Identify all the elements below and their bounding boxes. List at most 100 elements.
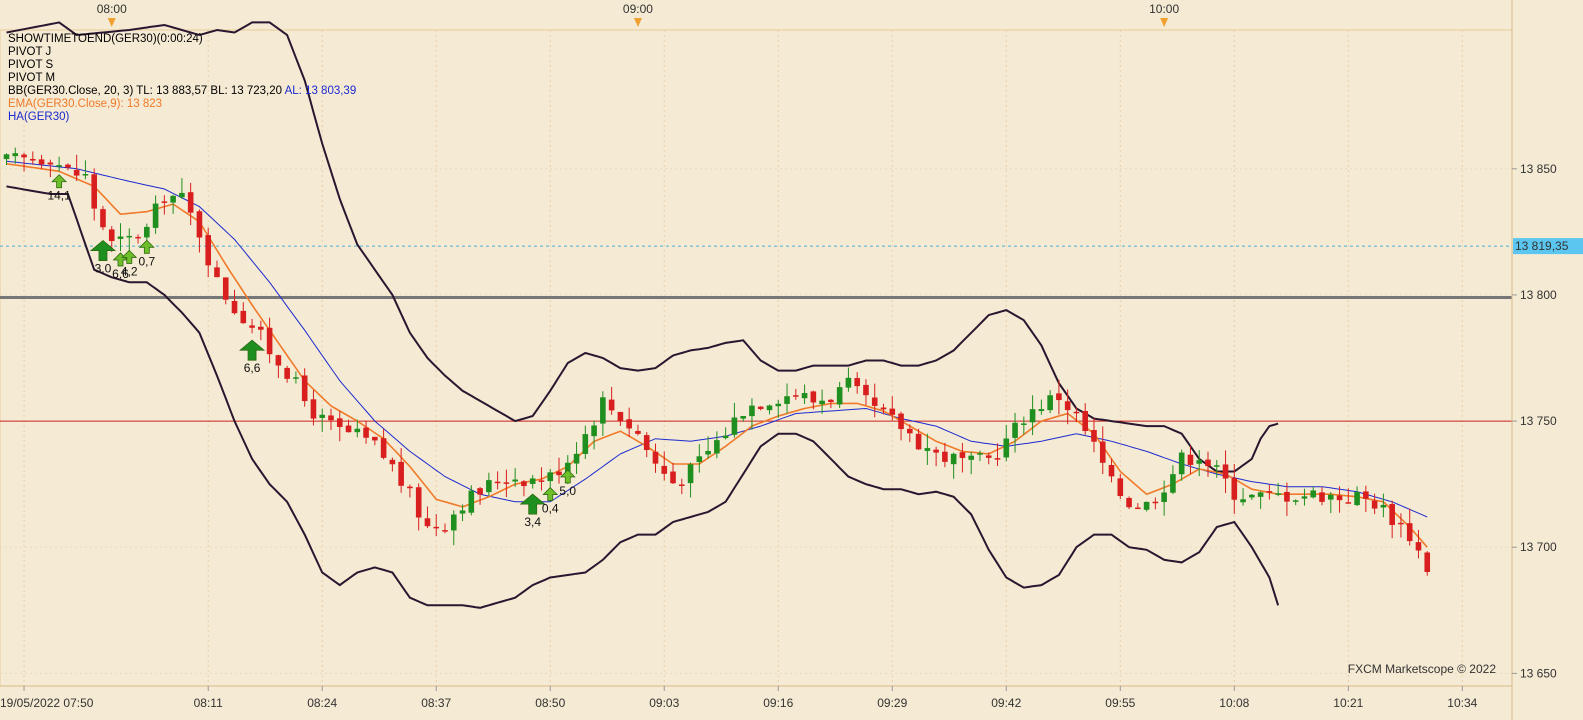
candle-body bbox=[415, 487, 422, 518]
candle-body bbox=[231, 300, 238, 314]
y-tick-label: 13 750 bbox=[1520, 414, 1557, 428]
signal-label: 4,2 bbox=[121, 264, 138, 278]
y-tick-label: 13 700 bbox=[1520, 540, 1557, 554]
x-tick-label: 10:21 bbox=[1333, 696, 1363, 710]
candle-body bbox=[661, 465, 668, 474]
candle-body bbox=[214, 267, 220, 278]
candle-body bbox=[678, 484, 685, 486]
candle-body bbox=[494, 481, 501, 484]
candle-body bbox=[766, 405, 773, 411]
legend-line: SHOWTIMETOEND(GER30)(0:00:24) bbox=[8, 33, 203, 45]
candle-body bbox=[372, 436, 378, 441]
candle-body bbox=[363, 427, 369, 438]
candle-body bbox=[1021, 423, 1027, 425]
candle-body bbox=[1003, 438, 1010, 458]
candle-body bbox=[573, 453, 580, 464]
x-tick-label: 09:42 bbox=[991, 696, 1021, 710]
candle-body bbox=[468, 490, 475, 513]
candle-body bbox=[1196, 460, 1203, 464]
candle-body bbox=[538, 480, 545, 482]
legend-entry: PIVOT M bbox=[8, 72, 55, 84]
candle-body bbox=[170, 195, 176, 203]
signal-label: 6,6 bbox=[244, 361, 261, 375]
candle-body bbox=[915, 433, 922, 450]
legend-line: HA(GER30) bbox=[8, 111, 70, 123]
candle-body bbox=[1292, 500, 1299, 502]
price-chart[interactable]: 14,13,0 6,64,20,76,63,40,45,0 08:00 09:00 1… bbox=[0, 0, 1583, 720]
x-tick-label: 08:50 bbox=[535, 696, 565, 710]
candle-body bbox=[1152, 501, 1159, 504]
candle-body bbox=[293, 377, 299, 379]
candle-body bbox=[950, 453, 957, 465]
candle-body bbox=[1222, 464, 1229, 479]
candle-body bbox=[1143, 501, 1150, 510]
candle bbox=[1126, 496, 1132, 510]
top-time-label: 09:00 bbox=[623, 2, 653, 16]
x-tick-label: 09:55 bbox=[1105, 696, 1135, 710]
candle-body bbox=[1310, 490, 1317, 498]
candle-body bbox=[687, 464, 694, 484]
candle-body bbox=[82, 174, 89, 176]
candle-body bbox=[1389, 504, 1395, 525]
candle-body bbox=[547, 472, 554, 482]
candle-body bbox=[65, 164, 71, 168]
candle-body bbox=[1398, 522, 1404, 525]
candle-body bbox=[1117, 478, 1124, 497]
candle-body bbox=[336, 418, 343, 427]
candle-body bbox=[1108, 465, 1115, 477]
candle-body bbox=[959, 452, 966, 458]
candle-body bbox=[30, 158, 36, 161]
candle-body bbox=[643, 435, 650, 451]
candle-body bbox=[187, 192, 194, 213]
candle-body bbox=[1336, 495, 1343, 501]
candle-body bbox=[907, 428, 913, 434]
candle-body bbox=[310, 399, 317, 419]
candle-body bbox=[819, 400, 825, 405]
candle-body bbox=[880, 407, 887, 410]
y-tick-label: 13 800 bbox=[1520, 288, 1557, 302]
candle-body bbox=[1345, 502, 1352, 504]
candle-body bbox=[810, 391, 817, 403]
x-tick-label: 19/05/2022 07:50 bbox=[0, 696, 94, 710]
candle-body bbox=[757, 406, 764, 410]
candle-body bbox=[889, 408, 896, 415]
candle-body bbox=[828, 399, 834, 403]
candle-body bbox=[793, 395, 799, 397]
candle-body bbox=[898, 413, 904, 430]
candle-body bbox=[1135, 507, 1141, 510]
candle-body bbox=[1415, 542, 1422, 551]
x-tick-label: 10:08 bbox=[1219, 696, 1249, 710]
candle-body bbox=[319, 414, 326, 418]
candle-body bbox=[994, 458, 1001, 460]
candle-body bbox=[266, 327, 273, 355]
candle-body bbox=[591, 425, 597, 437]
candle bbox=[100, 205, 106, 231]
candle-body bbox=[854, 378, 860, 387]
legend-line: PIVOT M bbox=[8, 72, 55, 84]
legend-entry: PIVOT S bbox=[8, 59, 53, 71]
candle-body bbox=[389, 459, 396, 465]
legend-entry: HA(GER30) bbox=[8, 111, 70, 123]
signal-label: 0,4 bbox=[542, 502, 559, 516]
candle-body bbox=[731, 417, 738, 435]
candle-body bbox=[1056, 393, 1062, 401]
plot-area bbox=[0, 29, 1513, 687]
candle-body bbox=[836, 387, 843, 405]
candle-body bbox=[1187, 454, 1194, 465]
legend-entry: EMA(GER30.Close,9): 13 823 bbox=[8, 98, 162, 110]
candle-body bbox=[450, 514, 457, 531]
candle-body bbox=[126, 235, 133, 238]
candle-body bbox=[801, 393, 808, 399]
candle-body bbox=[1073, 411, 1080, 414]
x-tick-label: 08:37 bbox=[421, 696, 451, 710]
candle-body bbox=[47, 162, 54, 165]
candle-body bbox=[1363, 491, 1369, 499]
candle-body bbox=[1091, 430, 1097, 442]
legend-line: PIVOT S bbox=[8, 59, 53, 71]
candle-body bbox=[73, 169, 80, 176]
x-tick-label: 09:03 bbox=[649, 696, 679, 710]
candle-body bbox=[38, 159, 45, 165]
candle-body bbox=[512, 479, 518, 482]
candle-body bbox=[714, 440, 720, 454]
legend-entry: SHOWTIMETOEND(GER30)(0:00:24) bbox=[8, 33, 203, 45]
